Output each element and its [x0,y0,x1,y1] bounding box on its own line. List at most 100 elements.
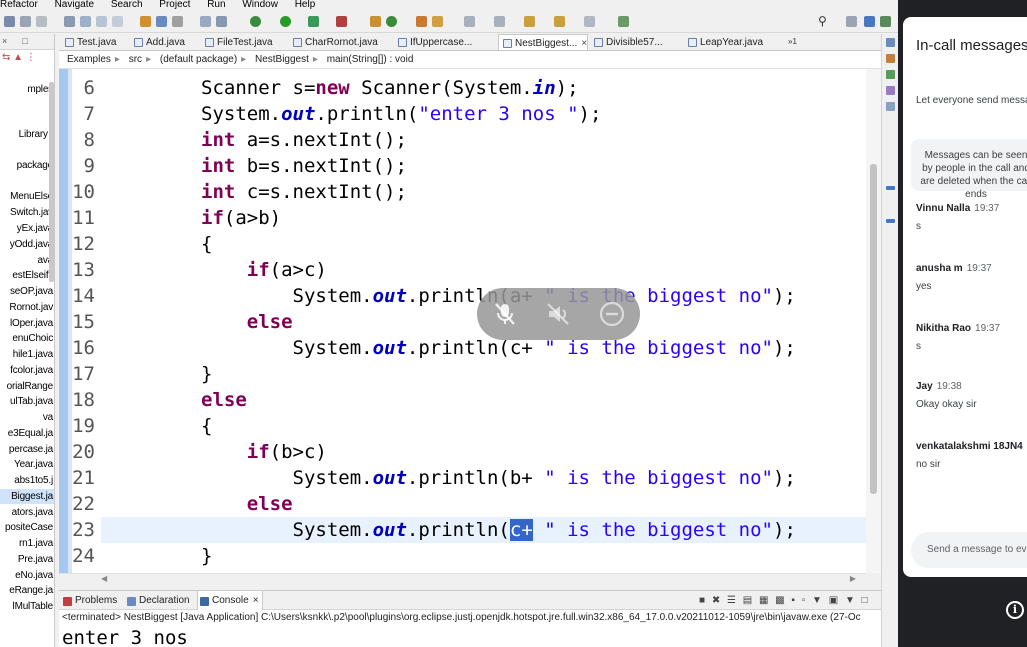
editor-tab[interactable]: LeapYear.java [684,34,763,50]
problems-icon[interactable] [886,70,895,79]
menu-refactor[interactable]: Refactor [0,0,38,10]
package-explorer-item[interactable]: seOP.java [0,284,54,299]
code-editor[interactable]: 6 7 8 9 10 11 12 13 14 15 16 17 18 19 20 21 22 23 24 Scann… [59,69,866,573]
block-icon[interactable] [96,16,107,27]
code-line[interactable]: { [201,413,212,439]
package-explorer-item[interactable]: Biggest.ja [0,489,54,504]
junit-icon[interactable] [886,86,895,95]
code-line[interactable]: if(a>b) [201,205,281,231]
package-explorer-item[interactable]: Library [ [0,127,54,142]
package-explorer-item[interactable]: positeCase [0,520,54,535]
code-line[interactable]: { [201,231,212,257]
package-explorer-item[interactable]: MenuElse [0,189,54,204]
package-explorer-item[interactable]: Rornot.jav [0,300,54,315]
package-explorer-item[interactable]: Pre.java [0,552,54,567]
allow-messages-toggle[interactable]: Let everyone send messages [916,95,1027,106]
send-message-input[interactable]: Send a message to everyone [911,532,1027,568]
tab-overflow-icon[interactable]: »1 [788,37,797,46]
package-explorer-item[interactable]: fcolor.java [0,363,54,378]
link-icon[interactable] [156,16,167,27]
save-icon[interactable] [20,16,31,27]
menu-project[interactable]: Project [159,0,190,10]
package-explorer-item[interactable]: rn1.java [0,536,54,551]
code-line[interactable]: else [201,387,247,413]
code-line[interactable]: System.out.println("enter 3 nos "); [201,101,601,127]
back-icon[interactable] [554,16,565,27]
perspective-icon[interactable] [846,16,857,27]
terminal-icon[interactable] [172,16,183,27]
package-explorer-item[interactable]: ators.java [0,505,54,520]
package-explorer-item[interactable]: lMulTable [0,599,54,614]
package-explorer-scrollbar[interactable] [49,82,54,282]
editor-vertical-scrollbar[interactable] [866,69,881,573]
code-line[interactable]: else [201,309,293,335]
package-explorer-item[interactable]: ava [0,253,54,268]
overview-marker-icon[interactable] [886,186,895,190]
whitespace-icon[interactable] [112,16,123,27]
console-toolbar-icons[interactable]: ■ ✖ ☰ ▤ ▦ ▩ ▪ ▫ ▼ ▣ ▼ □ [699,591,870,611]
package-explorer-item[interactable]: e3Equal.ja [0,426,54,441]
new-java-project-icon[interactable] [370,16,381,27]
editor-tab[interactable]: Add.java [130,34,185,50]
debug-icon[interactable] [250,16,261,27]
console-output[interactable]: enter 3 nos [59,625,881,647]
external-tools-icon[interactable] [336,16,347,27]
coverage-icon[interactable] [308,16,319,27]
task-icon[interactable] [140,16,151,27]
package-explorer-item[interactable]: yOdd.java [0,237,54,252]
hierarchy-icon[interactable] [216,16,227,27]
overview-marker-icon[interactable] [886,219,895,223]
new-icon[interactable] [4,16,15,27]
scroll-right-icon[interactable]: ▶ [850,574,856,583]
package-explorer-item[interactable]: eRange.ja [0,583,54,598]
editor-tab[interactable]: Test.java [61,34,116,50]
code-line[interactable]: } [201,543,212,569]
pin-icon[interactable] [200,16,211,27]
console-tab[interactable]: Console × [197,591,263,611]
editor-tab[interactable]: NestBiggest... × [498,34,589,50]
mic-off-icon[interactable] [491,300,519,328]
code-line[interactable]: int a=s.nextInt(); [201,127,407,153]
code-line[interactable]: int b=s.nextInt(); [201,153,407,179]
package-explorer-item[interactable]: percase.ja [0,442,54,457]
editor-tab[interactable]: Divisible57... [590,34,663,50]
editor-tab[interactable]: FileTest.java [201,34,273,50]
package-explorer-item[interactable]: enuChoic [0,331,54,346]
debug-perspective-icon[interactable] [880,16,891,27]
run-icon[interactable] [280,16,291,27]
breadcrumb-project[interactable]: Examples [67,54,111,65]
speaker-off-icon[interactable] [544,300,572,328]
menu-help[interactable]: Help [295,0,316,10]
editor-scroll-thumb[interactable] [870,164,877,494]
menu-run[interactable]: Run [207,0,225,10]
menu-search[interactable]: Search [111,0,143,10]
package-explorer-item[interactable]: lOper.java [0,316,54,331]
forward-icon[interactable] [584,16,595,27]
menu-window[interactable]: Window [242,0,278,10]
open-type-icon[interactable] [416,16,427,27]
word-icon[interactable] [80,16,91,27]
package-explorer-item[interactable]: package [0,158,54,173]
annotation-prev-icon[interactable] [494,16,505,27]
remove-icon[interactable] [598,300,626,328]
scroll-left-icon[interactable]: ◀ [101,574,107,583]
code-line[interactable]: Scanner s=new Scanner(System.in); [201,75,579,101]
editor-tab[interactable]: CharRornot.java [289,34,378,50]
close-tab-icon[interactable]: × [581,38,587,49]
editor-horizontal-scrollbar[interactable]: ◀ ▶ [59,573,866,585]
javadoc-icon[interactable] [886,102,895,111]
code-line[interactable]: if(a>c) [201,257,327,283]
breadcrumb-class[interactable]: NestBiggest [255,54,309,65]
package-explorer-item[interactable]: orialRange [0,379,54,394]
declaration-tab[interactable]: Declaration [125,591,190,611]
package-explorer-item[interactable]: abs1to5.j [0,473,54,488]
breadcrumb-folder[interactable]: src [129,54,142,65]
java-perspective-icon[interactable] [864,16,875,27]
package-explorer-item[interactable]: va [0,410,54,425]
code-line[interactable]: if(b>c) [201,439,327,465]
code-line[interactable]: int c=s.nextInt(); [201,179,407,205]
package-explorer-item[interactable]: ulTab.java [0,394,54,409]
outline-icon[interactable] [886,38,895,47]
package-explorer-item[interactable]: Year.java [0,457,54,472]
open-console-icon[interactable] [618,16,629,27]
